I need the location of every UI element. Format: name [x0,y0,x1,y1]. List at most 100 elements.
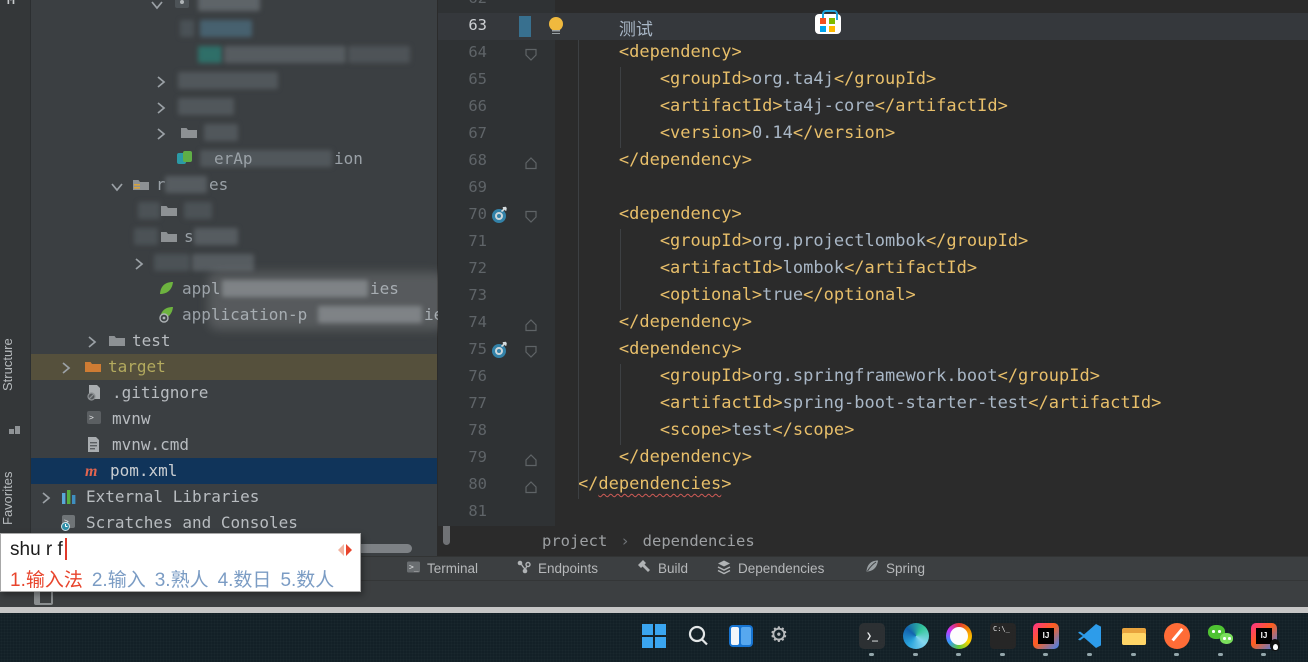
chevron-right-icon[interactable] [133,256,145,275]
chevron-right-icon[interactable] [60,360,72,379]
editor-line[interactable]: 62 [455,0,1308,13]
toolwindow-button-endpoints[interactable]: Endpoints [516,556,598,580]
taskbar-icon-file-explorer[interactable] [1121,623,1147,649]
redacted-text [154,254,190,271]
fold-down-icon[interactable] [524,344,538,358]
ime-prev-page-icon[interactable] [338,544,344,556]
chevron-right-icon[interactable] [155,74,167,93]
editor-line[interactable]: 70 <dependency> [455,202,1308,229]
code-text: 测试 [537,15,653,40]
taskbar-icon-settings[interactable]: ⚙ [772,623,798,649]
fold-up-icon[interactable] [524,452,538,466]
tree-row[interactable]: res [31,172,437,198]
ime-candidate-5[interactable]: 5.数人 [280,570,334,591]
chevron-right-icon[interactable] [86,334,98,353]
editor-line[interactable]: 80 </dependencies> [455,472,1308,499]
chevron-down-icon[interactable] [150,0,164,15]
filetext-icon [86,436,101,457]
toolwindow-button-terminal[interactable]: >_Terminal [406,556,478,580]
editor-line[interactable]: 75 <dependency> [455,337,1308,364]
ime-candidate-2[interactable]: 2.输入 [92,570,146,591]
editor-line[interactable]: 78 <scope>test</scope> [455,418,1308,445]
editor-line[interactable]: 69 [455,175,1308,202]
breadcrumb-item-dependencies[interactable]: dependencies [643,532,755,550]
editor-line[interactable]: 71 <groupId>org.projectlombok</groupId> [455,229,1308,256]
tree-row[interactable] [31,120,437,146]
editor-line[interactable]: 76 <groupId>org.springframework.boot</gr… [455,364,1308,391]
editor-line[interactable]: 73 <optional>true</optional> [455,283,1308,310]
editor-line[interactable]: 74 </dependency> [455,310,1308,337]
maven-dependency-gutter-icon[interactable] [491,341,509,359]
editor-line[interactable]: 65 <groupId>org.ta4j</groupId> [455,67,1308,94]
editor-line[interactable]: 67 <version>0.14</version> [455,121,1308,148]
taskbar-icon-windows-terminal[interactable]: ❯_ [859,623,885,649]
toolwindow-button-build[interactable]: Build [636,556,688,580]
taskbar-icon-intellij-idea-linux[interactable]: IJ [1251,623,1277,649]
toolwindow-button-spring[interactable]: Spring [864,556,925,580]
tree-row[interactable] [31,94,437,120]
ime-input-text[interactable]: shu r f [10,539,63,561]
editor-line[interactable]: 72 <artifactId>lombok</artifactId> [455,256,1308,283]
editor-line[interactable]: 77 <artifactId>spring-boot-starter-test<… [455,391,1308,418]
tree-row[interactable] [31,42,437,68]
taskbar-icon-cmd[interactable]: C:\_ [990,623,1016,649]
taskbar-icon-intellij-idea[interactable]: IJ [1033,623,1059,649]
taskbar-icon-navicat[interactable] [946,623,972,649]
maven-dependency-gutter-icon[interactable] [491,206,509,224]
ime-candidate-4[interactable]: 4.数日 [218,570,272,591]
chevron-right-icon[interactable] [155,126,167,145]
fold-down-icon[interactable] [524,209,538,223]
ime-next-page-icon[interactable] [346,544,352,556]
toolwindow-button-dependencies[interactable]: Dependencies [716,556,824,580]
tree-row[interactable] [31,0,437,16]
fold-up-icon[interactable] [524,155,538,169]
fold-up-icon[interactable] [524,479,538,493]
taskbar-icon-search[interactable] [685,623,711,649]
code-text: </dependency> [537,312,752,332]
stripe-top-fragment: M [7,0,15,8]
breadcrumb: project › dependencies [455,526,1308,556]
taskbar-icon-windows-start[interactable] [641,623,667,649]
ime-candidate-3[interactable]: 3.熟人 [155,570,209,591]
chevron-right-icon[interactable] [155,100,167,119]
tree-row[interactable]: >mvnw [31,406,437,432]
tree-row[interactable]: mvnw.cmd [31,432,437,458]
tree-row[interactable]: erApion [31,146,437,172]
chevron-right-icon[interactable] [40,490,52,509]
gitignore-icon [86,384,103,405]
tree-row[interactable]: s [31,224,437,250]
code-token: <artifactId> [537,258,783,278]
editor-line[interactable]: 64 <dependency> [455,40,1308,67]
tree-row[interactable]: test [31,328,437,354]
tree-row[interactable]: mpom.xml [31,458,437,484]
tree-row[interactable] [31,16,437,42]
editor-line[interactable]: 66 <artifactId>ta4j-core</artifactId> [455,94,1308,121]
tree-row[interactable]: target [31,354,437,380]
structure-icon[interactable] [9,424,21,436]
tree-row[interactable] [31,68,437,94]
taskbar-icon-task-view[interactable] [728,623,754,649]
editor-line[interactable]: 63 测试 [455,13,1308,40]
tree-row[interactable]: External Libraries [31,484,437,510]
stripe-button-structure[interactable]: Structure [0,313,30,417]
fold-down-icon[interactable] [524,47,538,61]
editor-line[interactable]: 68 </dependency> [455,148,1308,175]
tree-row[interactable]: .gitignore [31,380,437,406]
fold-up-icon[interactable] [524,317,538,331]
tree-row[interactable] [31,198,437,224]
package-icon [174,0,191,14]
running-indicator [1174,653,1179,656]
chevron-down-icon[interactable] [110,178,124,197]
code-token: <groupId> [537,69,752,89]
ime-candidate-1[interactable]: 1.输入法 [10,570,83,591]
tree-item-label-fragment: s [184,227,194,246]
taskbar-icon-postman[interactable] [1164,623,1190,649]
taskbar-icon-vscode[interactable] [1077,623,1103,649]
tree-item-label: mvnw [112,409,151,428]
taskbar-icon-wechat[interactable] [1208,623,1234,649]
taskbar-icon-edge-browser[interactable] [903,623,929,649]
taskbar-icon-microsoft-store[interactable] [815,14,841,34]
editor-line[interactable]: 79 </dependency> [455,445,1308,472]
breadcrumb-item-project[interactable]: project [542,532,607,550]
editor-line[interactable]: 81 [455,499,1308,526]
